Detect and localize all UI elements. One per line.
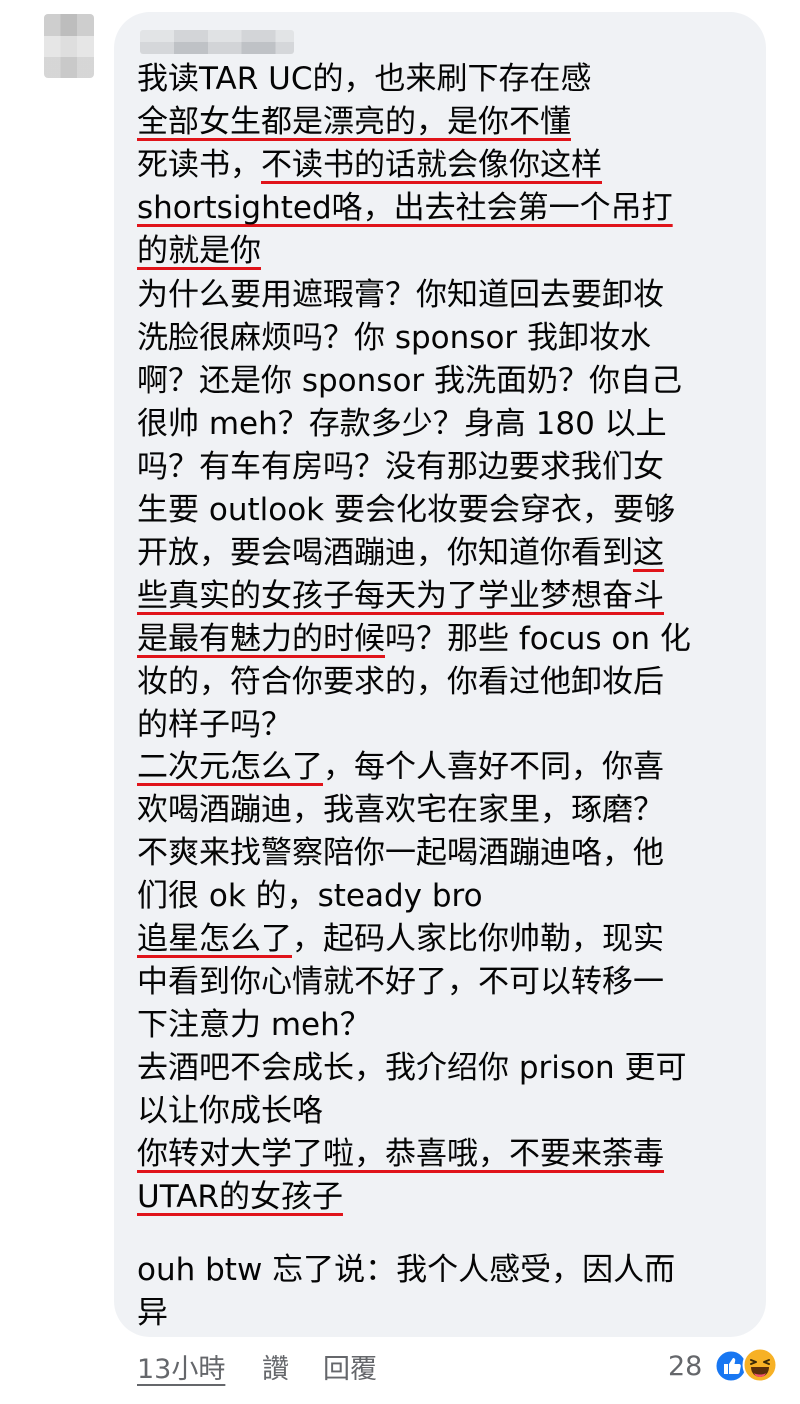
underlined-text: 你转对大学了啦，恭喜哦，不要来荼毒: [137, 1136, 664, 1172]
comment-line: 是最有魅力的时候吗？那些 focus on 化: [137, 618, 691, 660]
comment-text: ，每个人喜好不同，你喜: [323, 749, 664, 785]
comment-text: 异: [137, 1295, 168, 1331]
comment-text: 洗脸很麻烦吗？你 sponsor 我卸妆水: [137, 320, 652, 356]
comment-line: 开放，要会喝酒蹦迪，你知道你看到这: [137, 532, 664, 574]
reaction-count: 28: [668, 1351, 703, 1382]
comment-line: 你转对大学了啦，恭喜哦，不要来荼毒: [137, 1133, 664, 1175]
comment-line: 以让你成长咯: [137, 1090, 323, 1132]
comment-line: UTAR的女孩子: [137, 1176, 343, 1218]
underlined-text: 这: [633, 535, 664, 571]
comment-line: 异: [137, 1292, 168, 1334]
comment-line: 些真实的女孩子每天为了学业梦想奋斗: [137, 575, 664, 617]
underlined-text: 些真实的女孩子每天为了学业梦想奋斗: [137, 578, 664, 614]
comment-line: 我读TAR UC的，也来刷下存在感: [137, 58, 591, 100]
underlined-text: 的就是你: [137, 233, 261, 269]
comment-line: 们很 ok 的，steady bro: [137, 875, 483, 917]
comment-timestamp[interactable]: 13小時: [137, 1350, 225, 1390]
underlined-text: shortsighted咯，出去社会第一个吊打: [137, 190, 673, 226]
reaction-summary[interactable]: 28: [668, 1345, 783, 1389]
underlined-text: 二次元怎么了: [137, 749, 323, 785]
comment-line: 中看到你心情就不好了，不可以转移一: [137, 961, 664, 1003]
comment-text: 死读书，: [137, 147, 261, 183]
underlined-text: UTAR的女孩子: [137, 1179, 343, 1215]
comment-line: 去酒吧不会成长，我介绍你 prison 更可: [137, 1047, 687, 1089]
comment-line: 的就是你: [137, 230, 261, 272]
comment-line: 生要 outlook 要会化妆要会穿衣，要够: [137, 489, 675, 531]
comment-line: shortsighted咯，出去社会第一个吊打: [137, 187, 673, 229]
comment-text: 啊？还是你 sponsor 我洗面奶？你自己: [137, 363, 683, 399]
comment-text: 们很 ok 的，steady bro: [137, 878, 483, 914]
comment-text: 吗？那些 focus on 化: [385, 621, 691, 657]
comment-line: 死读书，不读书的话就会像你这样: [137, 144, 602, 186]
comment-text: ouh btw 忘了说：我个人感受，因人而: [137, 1252, 676, 1288]
comment-text: 去酒吧不会成长，我介绍你 prison 更可: [137, 1050, 687, 1086]
comment-line: 全部女生都是漂亮的，是你不懂: [137, 101, 571, 143]
comment-text: 下注意力 meh？: [137, 1007, 371, 1043]
comment-line: 的样子吗？: [137, 704, 292, 746]
comment-line: 为什么要用遮瑕膏？你知道回去要卸妆: [137, 274, 664, 316]
comment-text: 中看到你心情就不好了，不可以转移一: [137, 964, 664, 1000]
comment-line: 啊？还是你 sponsor 我洗面奶？你自己: [137, 360, 682, 402]
like-button[interactable]: 讚: [262, 1350, 289, 1390]
comment-text: 生要 outlook 要会化妆要会穿衣，要够: [137, 492, 675, 528]
underlined-text: 不读书的话就会像你这样: [261, 147, 602, 183]
comment-line: ouh btw 忘了说：我个人感受，因人而: [137, 1249, 675, 1291]
comment-text: 为什么要用遮瑕膏？你知道回去要卸妆: [137, 277, 664, 313]
comment-line: 欢喝酒蹦迪，我喜欢宅在家里，琢磨？: [137, 789, 664, 831]
haha-icon: [742, 1347, 778, 1383]
comment-text: 我读TAR UC的，也来刷下存在感: [137, 61, 592, 97]
comment-body: 我读TAR UC的，也来刷下存在感 全部女生都是漂亮的，是你不懂 死读书，不读书的话…: [0, 0, 800, 1340]
comment-text: 的样子吗？: [137, 707, 292, 743]
comment-line: 不爽来找警察陪你一起喝酒蹦迪咯，他: [137, 832, 664, 874]
comment-text: 很帅 meh？存款多少？身高 180 以上: [137, 406, 667, 442]
comment-line: 吗？有车有房吗？没有那边要求我们女: [137, 446, 664, 488]
comment-line: 下注意力 meh？: [137, 1004, 371, 1046]
comment-text: 不爽来找警察陪你一起喝酒蹦迪咯，他: [137, 835, 664, 871]
comment-line: 洗脸很麻烦吗？你 sponsor 我卸妆水: [137, 317, 651, 359]
comment-text: ，起码人家比你帅勒，现实: [292, 921, 664, 957]
comment-line: 二次元怎么了，每个人喜好不同，你喜: [137, 746, 664, 788]
comment-text: 以让你成长咯: [137, 1093, 323, 1129]
comment-text: 欢喝酒蹦迪，我喜欢宅在家里，琢磨？: [137, 792, 664, 828]
reply-button[interactable]: 回覆: [323, 1350, 377, 1390]
comment-line: 追星怎么了，起码人家比你帅勒，现实: [137, 918, 664, 960]
underlined-text: 追星怎么了: [137, 921, 292, 957]
comment-line: 妆的，符合你要求的，你看过他卸妆后: [137, 661, 664, 703]
comment-text: 吗？有车有房吗？没有那边要求我们女: [137, 449, 664, 485]
underlined-text: 是最有魅力的时候: [137, 621, 385, 657]
comment-line: 很帅 meh？存款多少？身高 180 以上: [137, 403, 667, 445]
underlined-text: 全部女生都是漂亮的，是你不懂: [137, 104, 571, 140]
comment-text: 开放，要会喝酒蹦迪，你知道你看到: [137, 535, 633, 571]
comment-text: 妆的，符合你要求的，你看过他卸妆后: [137, 664, 664, 700]
